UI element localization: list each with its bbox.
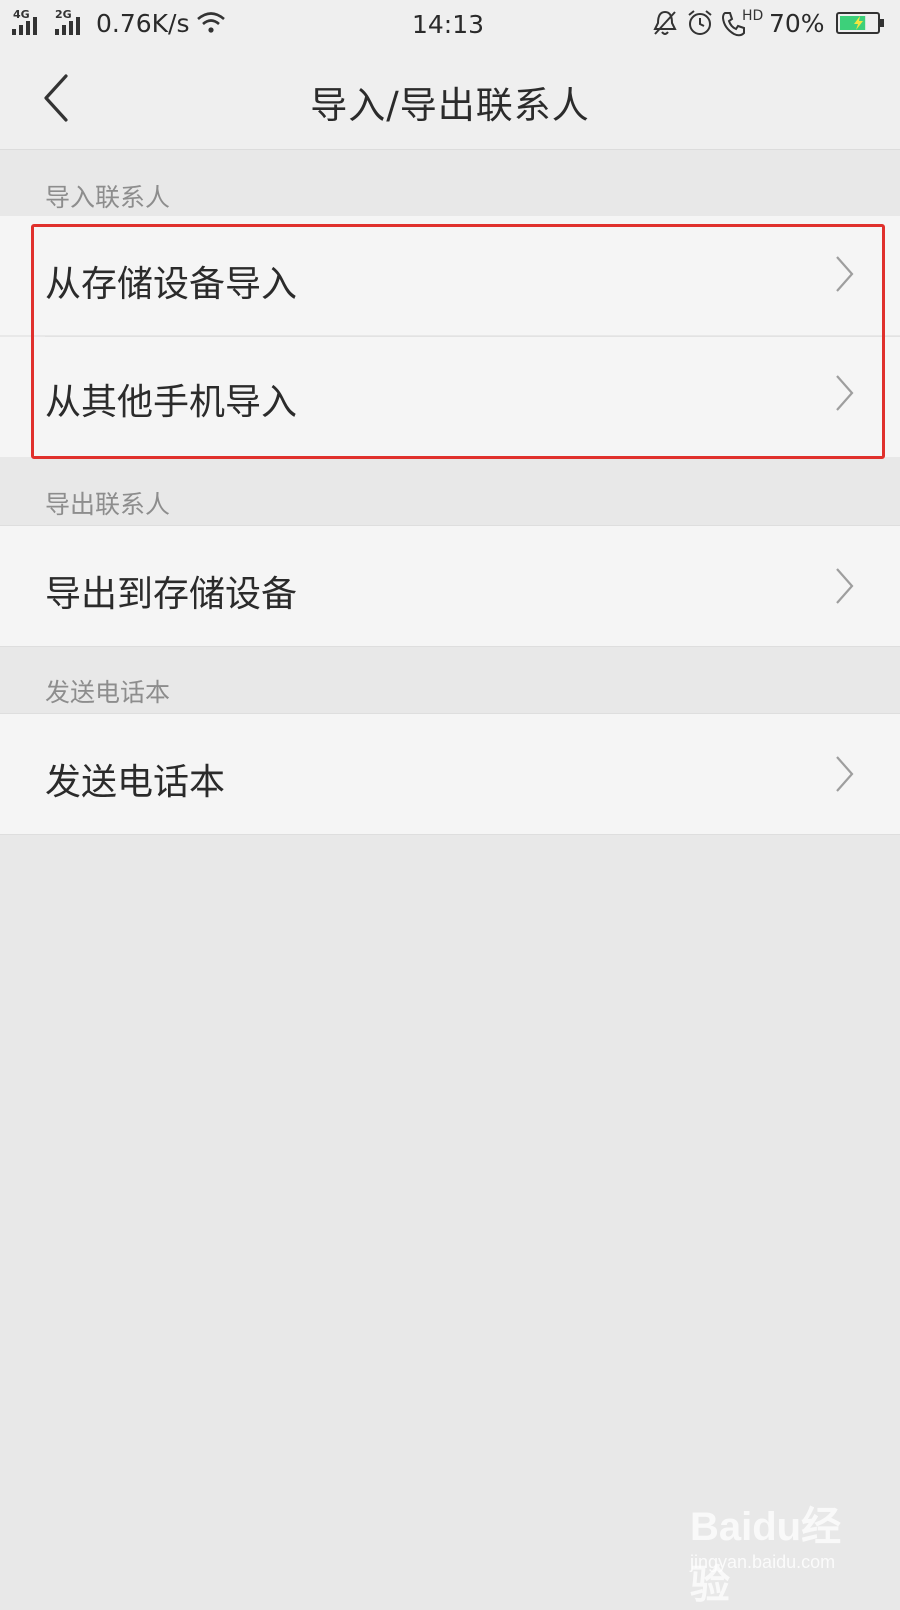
chevron-right-icon — [836, 568, 854, 604]
list-item-label: 从存储设备导入 — [45, 264, 298, 305]
section-header-label: 导出联系人 — [45, 490, 171, 519]
list-item-label: 从其他手机导入 — [45, 382, 298, 423]
list-item-import-from-other-phone[interactable]: 从其他手机导入 — [0, 337, 900, 457]
list-item-label: 导出到存储设备 — [45, 574, 298, 615]
network-speed: 0.76K/s — [96, 9, 190, 38]
signal-icon — [55, 17, 80, 35]
watermark: Baidu经验 jingyan.baidu.com — [690, 1492, 880, 1607]
mute-bell-icon — [653, 10, 677, 35]
section-header-label: 发送电话本 — [45, 678, 171, 707]
status-bar: 4G 2G 0.76K/s 14:13 HD 70% — [0, 0, 900, 48]
chevron-right-icon — [836, 256, 854, 292]
chevron-right-icon — [836, 375, 854, 411]
signal-icon — [12, 17, 37, 35]
watermark-url: jingyan.baidu.com — [690, 1552, 836, 1572]
battery-icon — [836, 12, 884, 34]
wifi-icon — [197, 12, 225, 33]
page-title: 导入/导出联系人 — [310, 84, 590, 127]
list-item-send-phonebook[interactable]: 发送电话本 — [0, 713, 900, 835]
hd-label: HD — [742, 8, 764, 24]
list-item-export-to-storage[interactable]: 导出到存储设备 — [0, 525, 900, 647]
section-header-export: 导出联系人 — [0, 457, 900, 525]
chevron-right-icon — [836, 756, 854, 792]
section-header-send: 发送电话本 — [0, 647, 900, 713]
list-item-import-from-storage[interactable]: 从存储设备导入 — [0, 216, 900, 335]
section-header-label: 导入联系人 — [45, 183, 171, 212]
battery-percent: 70% — [769, 9, 825, 38]
section-header-import: 导入联系人 — [0, 150, 900, 216]
alarm-icon — [688, 10, 712, 35]
list-item-label: 发送电话本 — [45, 762, 226, 803]
clock: 14:13 — [412, 10, 485, 39]
nav-bar: 导入/导出联系人 — [0, 48, 900, 150]
